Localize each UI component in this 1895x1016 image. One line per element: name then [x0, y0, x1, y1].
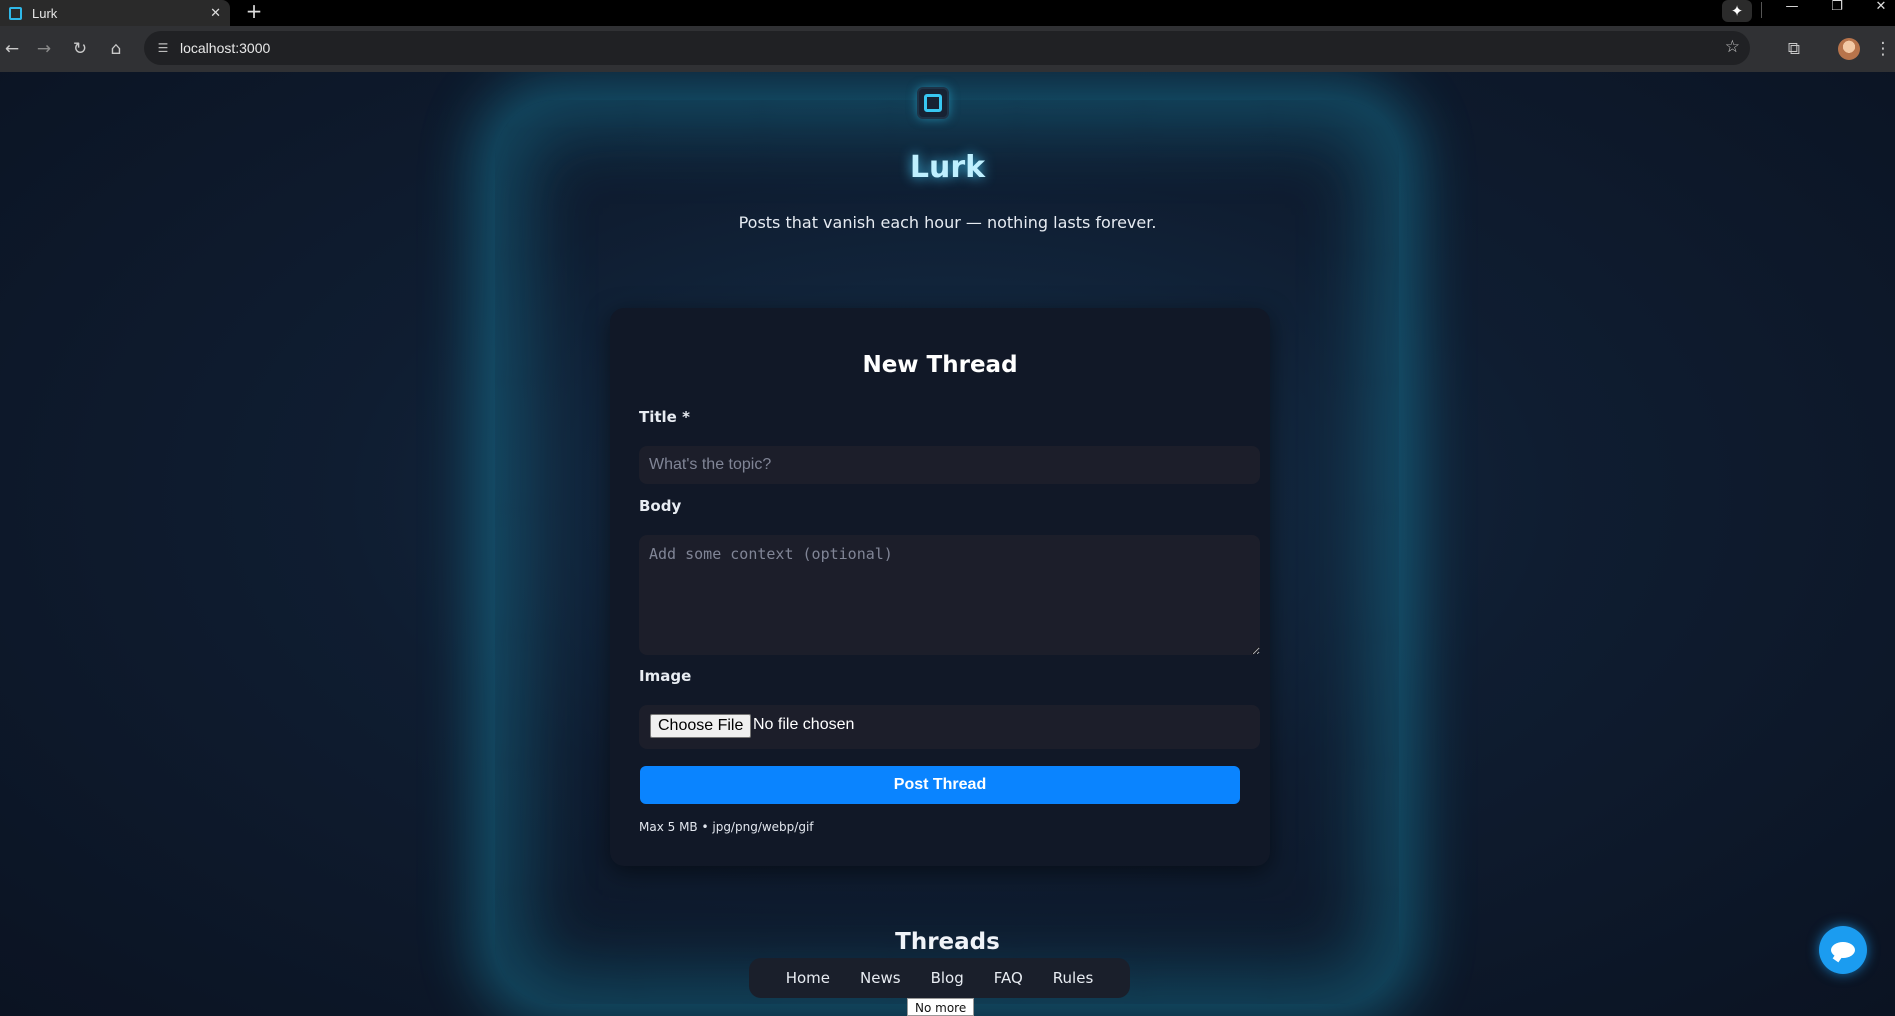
back-icon[interactable]: ←: [0, 37, 24, 61]
restore-icon[interactable]: ❐: [1822, 0, 1852, 20]
image-label: Image: [639, 667, 692, 685]
minimize-icon[interactable]: —: [1777, 0, 1807, 20]
browser-toolbar: ← → ↻ ⌂ ☰ localhost:3000 ☆ ⧉ ⋮: [0, 26, 1895, 72]
window-close-icon[interactable]: ✕: [1866, 0, 1895, 20]
browser-tab[interactable]: Lurk ✕: [0, 0, 230, 26]
new-tab-button[interactable]: +: [242, 0, 266, 24]
upload-hint: Max 5 MB • jpg/png/webp/gif: [639, 820, 814, 834]
post-thread-button[interactable]: Post Thread: [640, 766, 1240, 804]
menu-icon[interactable]: ⋮: [1871, 37, 1895, 61]
chat-button[interactable]: [1819, 926, 1867, 974]
title-label: Title *: [639, 408, 690, 426]
profile-avatar[interactable]: [1838, 38, 1860, 60]
form-heading: New Thread: [862, 352, 1018, 378]
status-tooltip: No more: [907, 998, 975, 1016]
home-icon[interactable]: ⌂: [104, 37, 128, 61]
favicon-icon: [9, 6, 22, 20]
gemini-icon[interactable]: ✦: [1722, 0, 1752, 22]
new-thread-card: New Thread Title * Body Image Choose Fil…: [610, 308, 1270, 866]
page: Lurk Posts that vanish each hour — nothi…: [0, 72, 1895, 1016]
reload-icon[interactable]: ↻: [68, 37, 92, 61]
logo-icon: [917, 87, 949, 119]
image-file-input[interactable]: Choose File No file chosen: [639, 705, 1260, 749]
threads-heading: Threads: [895, 929, 1000, 955]
window-divider: [1761, 2, 1762, 18]
nav-item-rules[interactable]: Rules: [1053, 969, 1093, 987]
nav-item-blog[interactable]: Blog: [931, 969, 964, 987]
body-textarea[interactable]: [639, 535, 1260, 655]
url-text[interactable]: localhost:3000: [180, 40, 270, 56]
choose-file-button[interactable]: Choose File: [650, 714, 752, 738]
tab-close-icon[interactable]: ✕: [210, 6, 221, 21]
site-info-icon[interactable]: ☰: [154, 39, 172, 57]
tab-title: Lurk: [32, 5, 58, 21]
tab-strip: Lurk ✕ + ✦ — ❐ ✕: [0, 0, 1895, 26]
site-title: Lurk: [909, 150, 986, 185]
nav-item-news[interactable]: News: [860, 969, 901, 987]
address-bar[interactable]: ☰ localhost:3000 ☆: [144, 31, 1750, 65]
nav-item-faq[interactable]: FAQ: [994, 969, 1023, 987]
title-input[interactable]: [639, 446, 1260, 484]
body-label: Body: [639, 497, 682, 515]
tagline: Posts that vanish each hour — nothing la…: [738, 213, 1157, 232]
star-icon[interactable]: ☆: [1725, 37, 1740, 57]
chat-bubble-icon: [1831, 942, 1855, 958]
tab-search-icon[interactable]: ⧉: [1782, 37, 1806, 61]
file-status: No file chosen: [753, 716, 855, 733]
forward-icon[interactable]: →: [32, 37, 56, 61]
bottom-nav: Home News Blog FAQ Rules: [749, 958, 1130, 998]
nav-item-home[interactable]: Home: [786, 969, 830, 987]
